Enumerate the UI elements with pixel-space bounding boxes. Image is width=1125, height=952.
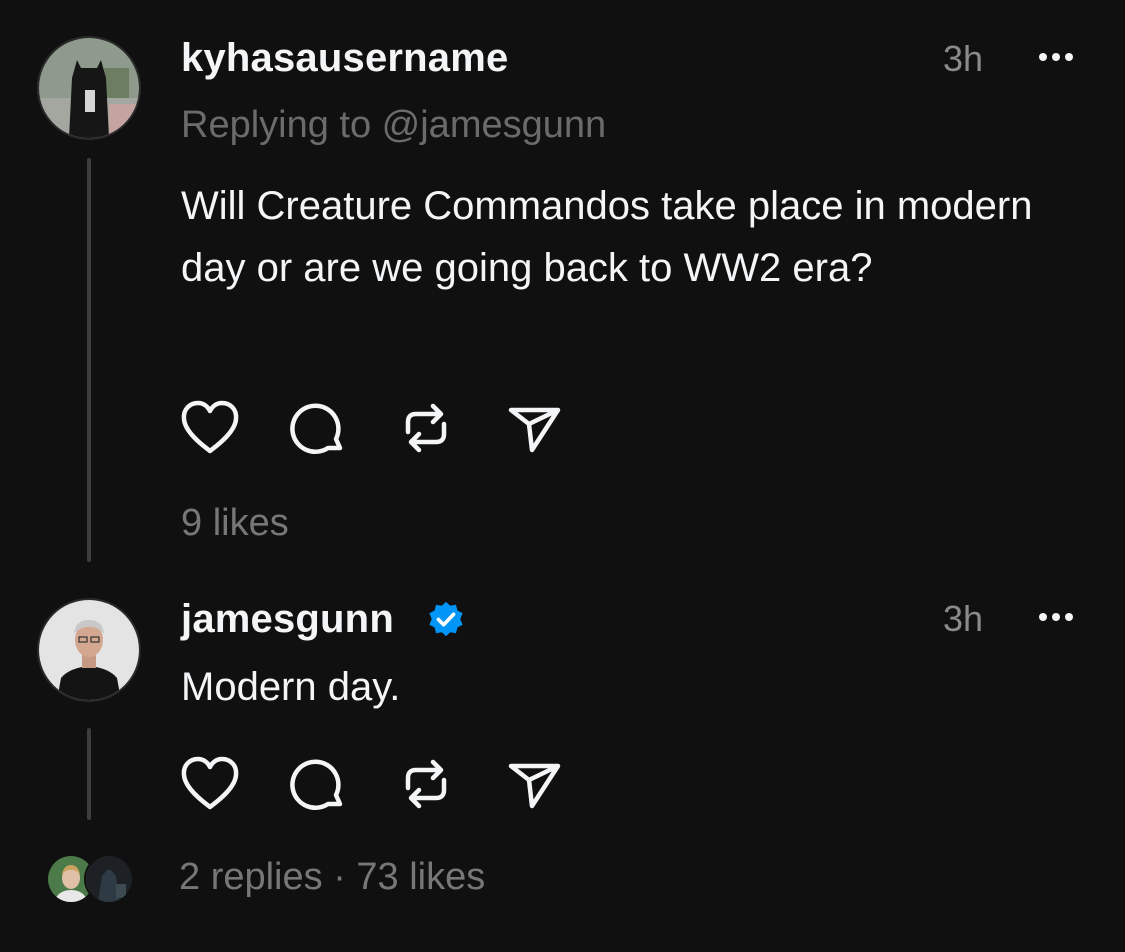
- post-text: Modern day.: [181, 665, 401, 709]
- repost-button[interactable]: [394, 752, 458, 816]
- repost-icon: [405, 759, 447, 809]
- like-button[interactable]: [178, 396, 242, 460]
- post-time: 3h: [943, 598, 984, 639]
- thread-line: [87, 728, 91, 820]
- share-button[interactable]: [502, 752, 566, 816]
- repost-button[interactable]: [394, 396, 458, 460]
- post-time: 3h: [943, 38, 984, 79]
- likes-count[interactable]: 9 likes: [181, 502, 289, 545]
- avatar-kyhasausername[interactable]: [37, 36, 141, 140]
- replying-to[interactable]: Replying to @jamesgunn: [181, 104, 606, 147]
- avatar-jamesgunn[interactable]: [37, 598, 141, 702]
- comment-icon: [290, 759, 343, 810]
- verified-badge-icon: [429, 601, 463, 637]
- more-icon: [1039, 613, 1073, 621]
- replier-avatars[interactable]: [46, 854, 136, 904]
- avatar-image: [39, 38, 139, 138]
- username[interactable]: kyhasausername: [181, 36, 508, 81]
- replier-avatar: [84, 854, 134, 904]
- share-icon: [508, 407, 561, 453]
- thread-line: [87, 158, 91, 562]
- like-button[interactable]: [178, 752, 242, 816]
- post-text: Will Creature Commandos take place in mo…: [181, 184, 1033, 290]
- more-button[interactable]: [1030, 602, 1082, 632]
- share-icon: [508, 763, 561, 809]
- more-button[interactable]: [1030, 42, 1082, 72]
- heart-icon: [181, 400, 239, 454]
- repost-icon: [405, 403, 447, 453]
- comment-button[interactable]: [286, 752, 350, 816]
- avatar-image: [86, 856, 132, 902]
- avatar-image: [39, 600, 139, 700]
- more-icon: [1039, 53, 1073, 61]
- comment-button[interactable]: [286, 396, 350, 460]
- comment-icon: [290, 403, 343, 454]
- heart-icon: [181, 756, 239, 810]
- share-button[interactable]: [502, 396, 566, 460]
- replies-likes-count[interactable]: 2 replies · 73 likes: [179, 856, 485, 899]
- username[interactable]: jamesgunn: [181, 597, 394, 642]
